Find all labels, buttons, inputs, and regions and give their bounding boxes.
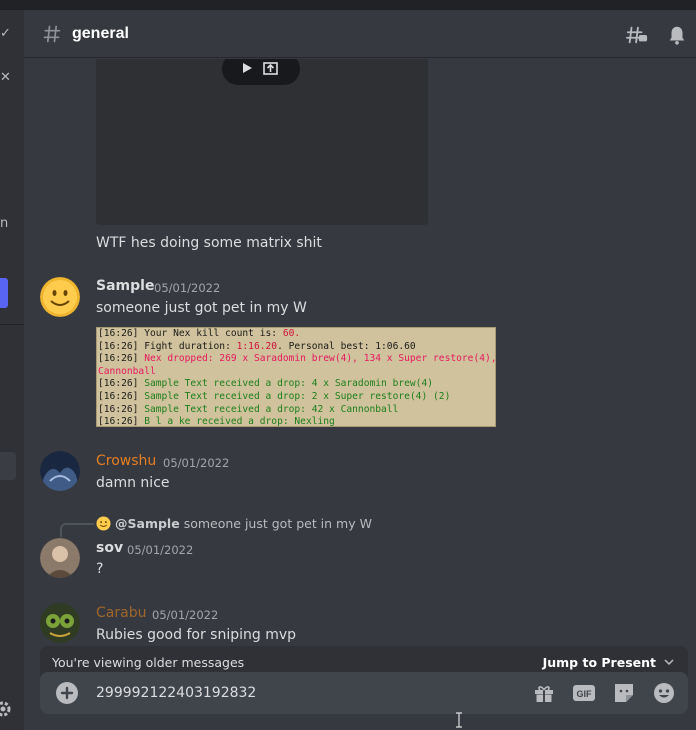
avatar[interactable] xyxy=(40,538,80,578)
message-text: damn nice xyxy=(96,475,170,491)
timestamp: 05/01/2022 xyxy=(152,608,219,622)
window-top-strip xyxy=(0,0,696,10)
sidebar-hover-item[interactable] xyxy=(0,452,16,480)
log-segment: Sample Text received a drop: 42 x Cannon… xyxy=(144,403,399,415)
log-segment: [16:26] xyxy=(98,403,145,415)
sidebar-text-fragment: n xyxy=(0,216,9,231)
threads-icon[interactable] xyxy=(626,24,648,46)
gift-icon[interactable] xyxy=(532,681,556,705)
gif-label: GIF xyxy=(577,689,593,699)
open-external-icon[interactable] xyxy=(262,59,280,77)
gear-icon[interactable] xyxy=(0,700,12,718)
log-segment: [16:26] xyxy=(98,416,145,427)
log-line: [16:26] Nex dropped: 269 x Saradomin bre… xyxy=(98,353,495,366)
log-segment: [16:26] xyxy=(98,328,145,339)
collapse-chevron-icon[interactable]: ✓ xyxy=(0,26,11,41)
reply-text: someone just got pet in my W xyxy=(183,516,372,531)
reply-reference[interactable]: @Sample someone just got pet in my W xyxy=(96,516,372,531)
timestamp: 05/01/2022 xyxy=(127,543,194,557)
sidebar-selected-item[interactable] xyxy=(0,278,8,308)
older-messages-notice: You're viewing older messages xyxy=(52,654,245,670)
channel-name: general xyxy=(72,24,129,42)
channel-header: general xyxy=(24,10,696,58)
log-line: [16:26] Sample Text received a drop: 2 x… xyxy=(98,391,495,404)
log-segment: Sample Text received a drop: 4 x Saradom… xyxy=(144,378,434,390)
log-segment: Cannonball xyxy=(98,365,156,377)
log-line: [16:26] Your Nex kill count is: 60. xyxy=(98,328,495,341)
channel-sidebar: ✓ ✕ n xyxy=(0,10,24,730)
bell-icon[interactable] xyxy=(666,24,688,46)
avatar[interactable] xyxy=(40,277,80,317)
replied-avatar xyxy=(96,516,111,531)
message-text: WTF hes doing some matrix shit xyxy=(96,235,322,251)
timestamp: 05/01/2022 xyxy=(163,456,230,470)
log-line: [16:26] B l a ke received a drop: Nexlin… xyxy=(98,416,495,427)
jump-to-present-button[interactable]: Jump to Present xyxy=(543,655,674,670)
message-input[interactable]: 299992122403192832 xyxy=(96,685,256,701)
log-line: [16:26] Fight duration: 1:16.20. Persona… xyxy=(98,341,495,354)
log-segment: [16:26] xyxy=(98,390,145,402)
username[interactable]: Carabu xyxy=(96,605,146,621)
log-segment: B l a ke received a drop: Nexling xyxy=(144,416,335,427)
text-cursor-icon xyxy=(456,712,462,728)
log-segment: Your Nex kill count is: xyxy=(144,328,283,339)
log-segment: Sample Text received a drop: 2 x Super r… xyxy=(144,390,451,402)
username[interactable]: sov xyxy=(96,540,123,556)
username[interactable]: Sample xyxy=(96,278,154,294)
log-segment: [16:26] xyxy=(98,353,145,365)
sidebar-divider xyxy=(0,324,24,325)
message-text: Rubies good for sniping mvp xyxy=(96,627,297,643)
log-line: Cannonball xyxy=(98,366,495,379)
emoji-icon[interactable] xyxy=(652,681,676,705)
message-text: ? xyxy=(96,561,104,577)
log-line: [16:26] Sample Text received a drop: 4 x… xyxy=(98,378,495,391)
log-line: [16:26] Sample Text received a drop: 42 … xyxy=(98,404,495,417)
log-segment: 1:16.20 xyxy=(236,340,278,352)
log-segment: [16:26] Fight duration: xyxy=(98,340,237,352)
hashtag-icon xyxy=(43,25,61,42)
gif-icon[interactable]: GIF xyxy=(572,681,596,705)
message-list[interactable]: WTF hes doing some matrix shit Sample 05… xyxy=(24,59,696,644)
video-controls[interactable] xyxy=(222,59,300,85)
timestamp: 05/01/2022 xyxy=(154,281,221,295)
jump-to-present-label: Jump to Present xyxy=(542,654,656,670)
chevron-down-icon xyxy=(664,659,674,666)
sticker-icon[interactable] xyxy=(612,681,636,705)
chat-log-screenshot[interactable]: [16:26] Your Nex kill count is: 60. [16:2… xyxy=(96,327,496,427)
username[interactable]: Crowshu xyxy=(96,453,156,469)
video-embed[interactable] xyxy=(96,59,428,225)
log-segment: Nex dropped: 269 x Saradomin brew(4), 13… xyxy=(144,353,496,365)
reply-mention[interactable]: @Sample xyxy=(115,516,180,531)
message-composer[interactable]: 299992122403192832 GIF xyxy=(40,672,688,714)
message-text: someone just got pet in my W xyxy=(96,300,307,316)
reply-connector xyxy=(60,523,94,537)
close-icon[interactable]: ✕ xyxy=(0,70,11,85)
log-segment: . Personal best: 1:06.60 xyxy=(277,340,416,352)
play-icon[interactable] xyxy=(240,61,254,75)
avatar[interactable] xyxy=(40,603,80,643)
log-segment: [16:26] xyxy=(98,378,145,390)
avatar[interactable] xyxy=(40,451,80,491)
log-segment: 60. xyxy=(282,328,301,339)
upload-plus-button[interactable] xyxy=(56,682,78,704)
